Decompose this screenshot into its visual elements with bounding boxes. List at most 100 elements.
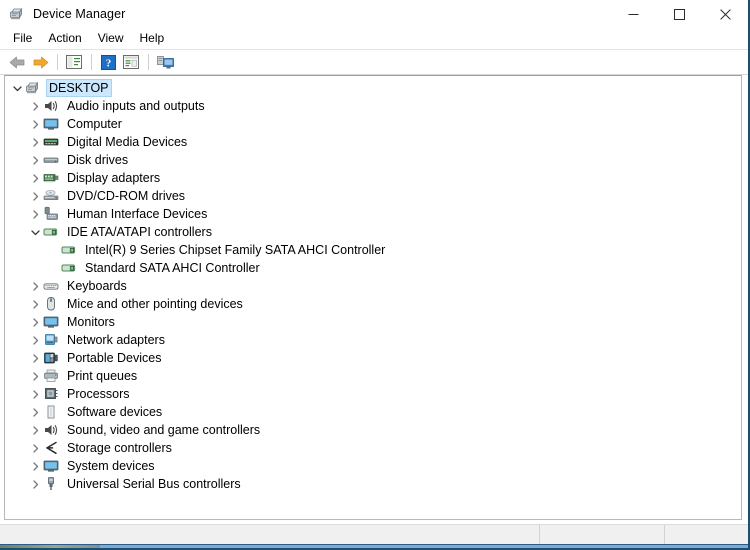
tree-node-label: Processors [67,387,130,401]
svg-text:?: ? [105,57,111,69]
toolbar: ? [0,50,748,75]
window-title: Device Manager [33,7,126,21]
tree-node-keyboards[interactable]: Keyboards [5,277,741,295]
tree-node-human-interface-devices[interactable]: Human Interface Devices [5,205,741,223]
menu-bar: File Action View Help [0,28,748,50]
device-manager-window: Device Manager File Action View Help ? D… [0,0,750,550]
tree-node-label: Computer [67,117,122,131]
chevron-right-icon[interactable] [27,475,43,493]
tree-node-standard-sata-ahci-controller[interactable]: Standard SATA AHCI Controller [5,259,741,277]
chevron-right-icon[interactable] [27,421,43,439]
tree-node-sound-video-and-game-controllers[interactable]: Sound, video and game controllers [5,421,741,439]
chevron-right-icon[interactable] [27,349,43,367]
scan-for-hardware-changes-button[interactable] [154,51,176,73]
tree-node-display-adapters[interactable]: Display adapters [5,169,741,187]
tree-node-ide-ata-atapi-controllers[interactable]: IDE ATA/ATAPI controllers [5,223,741,241]
status-bar-panel-second [540,525,665,544]
tree-node-intel-9-series-sata-ahci-controller[interactable]: Intel(R) 9 Series Chipset Family SATA AH… [5,241,741,259]
tree-node-label: Storage controllers [67,441,172,455]
chevron-right-icon[interactable] [27,277,43,295]
tree-node-digital-media-devices[interactable]: Digital Media Devices [5,133,741,151]
tree-node-storage-controllers[interactable]: Storage controllers [5,439,741,457]
tree-node-label: Sound, video and game controllers [67,423,261,437]
tree-node-label: Universal Serial Bus controllers [67,477,241,491]
back-button[interactable] [6,51,28,73]
tree-node-label: Human Interface Devices [67,207,208,221]
speaker-icon [43,98,59,114]
monitor-icon [43,314,59,330]
chevron-down-icon[interactable] [27,223,43,241]
chevron-right-icon[interactable] [27,457,43,475]
chevron-right-icon[interactable] [27,205,43,223]
hid-icon [43,206,59,222]
menu-item-help[interactable]: Help [132,29,173,48]
ide-controller-icon [61,260,77,276]
chevron-right-icon[interactable] [27,367,43,385]
tree-node-label: Digital Media Devices [67,135,188,149]
chevron-right-icon[interactable] [27,97,43,115]
toolbar-separator-1 [57,54,58,70]
tree-node-universal-serial-bus-controllers[interactable]: Universal Serial Bus controllers [5,475,741,493]
show-hide-console-tree-button[interactable] [63,51,85,73]
tree-node-portable-devices[interactable]: Portable Devices [5,349,741,367]
taskbar-sliver [0,544,748,548]
properties-button[interactable] [120,51,142,73]
processor-icon [43,386,59,402]
maximize-button[interactable] [656,0,702,28]
status-bar-panel-main [0,525,540,544]
optical-drive-icon [43,188,59,204]
chevron-right-icon[interactable] [27,331,43,349]
chevron-right-icon[interactable] [27,403,43,421]
tree-node-desktop[interactable]: DESKTOP [5,79,741,97]
tree-node-network-adapters[interactable]: Network adapters [5,331,741,349]
tree-node-audio-inputs-and-outputs[interactable]: Audio inputs and outputs [5,97,741,115]
tree-node-print-queues[interactable]: Print queues [5,367,741,385]
taskbar-thumbnail [0,545,100,548]
mouse-icon [43,296,59,312]
tree-node-mice-and-other-pointing-devices[interactable]: Mice and other pointing devices [5,295,741,313]
chevron-right-icon[interactable] [27,151,43,169]
minimize-button[interactable] [610,0,656,28]
tree-node-label: Intel(R) 9 Series Chipset Family SATA AH… [85,243,386,257]
tree-node-label: Standard SATA AHCI Controller [85,261,260,275]
chevron-right-icon[interactable] [27,313,43,331]
tree-node-label: Mice and other pointing devices [67,297,243,311]
ide-controller-icon [61,242,77,258]
chevron-down-icon[interactable] [9,79,25,97]
disk-drive-icon [43,152,59,168]
chevron-right-icon[interactable] [27,439,43,457]
menu-item-file[interactable]: File [5,29,40,48]
title-bar: Device Manager [0,0,748,28]
tree-node-label: DVD/CD-ROM drives [67,189,186,203]
usb-icon [43,476,59,492]
tree-node-label: Disk drives [67,153,129,167]
tree-node-disk-drives[interactable]: Disk drives [5,151,741,169]
tree-node-monitors[interactable]: Monitors [5,313,741,331]
tree-node-label: DESKTOP [46,79,112,97]
computer-root-icon [25,80,41,96]
forward-button[interactable] [29,51,51,73]
toolbar-separator-2 [91,54,92,70]
chevron-right-icon[interactable] [27,169,43,187]
menu-item-action[interactable]: Action [40,29,89,48]
chevron-right-icon[interactable] [27,385,43,403]
tree-node-computer[interactable]: Computer [5,115,741,133]
ide-controller-icon [43,224,59,240]
status-bar-panel-third [665,525,748,544]
status-bar [0,524,748,544]
close-button[interactable] [702,0,748,28]
tree-node-processors[interactable]: Processors [5,385,741,403]
device-manager-icon [9,6,25,22]
chevron-right-icon[interactable] [27,187,43,205]
network-adapter-icon [43,332,59,348]
tree-node-software-devices[interactable]: Software devices [5,403,741,421]
menu-item-view[interactable]: View [90,29,132,48]
chevron-right-icon[interactable] [27,115,43,133]
chevron-right-icon[interactable] [27,133,43,151]
help-button[interactable]: ? [97,51,119,73]
storage-controller-icon [43,440,59,456]
tree-node-system-devices[interactable]: System devices [5,457,741,475]
tree-node-dvd-cd-rom-drives[interactable]: DVD/CD-ROM drives [5,187,741,205]
chevron-right-icon[interactable] [27,295,43,313]
device-tree-pane[interactable]: DESKTOP Audio inputs and outputs Compute… [4,75,742,520]
